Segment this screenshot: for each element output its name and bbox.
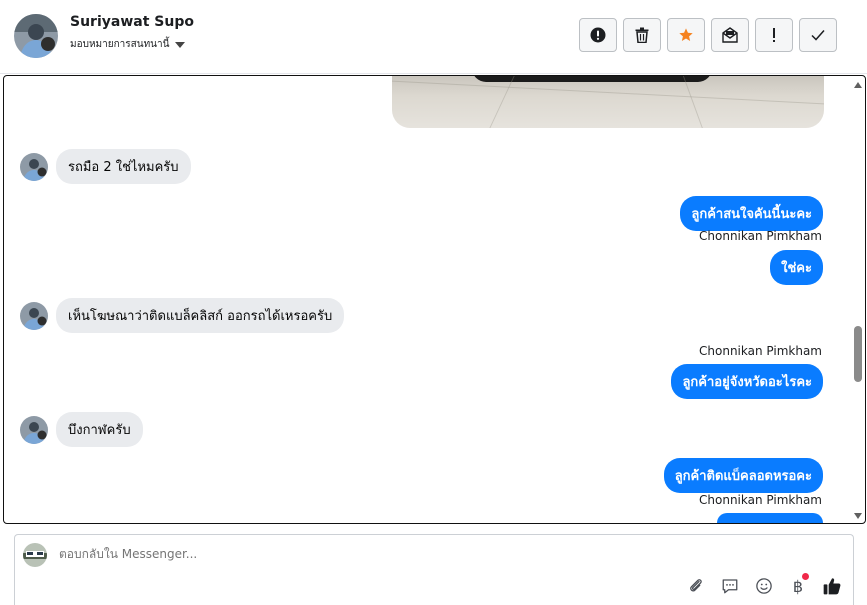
sender-avatar[interactable]	[20, 152, 48, 181]
reply-composer: ฿	[14, 534, 854, 605]
attach-button[interactable]	[685, 575, 707, 597]
message-bubble[interactable]: เห็นโฆษณาว่าติดแบล็คลิสก์ ออกรถได้เหรอคร…	[56, 298, 345, 333]
incoming-message: บึงกาฬครับ	[20, 412, 143, 447]
photo-floor-line	[392, 80, 824, 105]
photo-shadow-region	[472, 76, 712, 82]
photo-floor-line	[682, 76, 703, 128]
outgoing-message-bubble-partial[interactable]	[717, 513, 823, 523]
sender-name: Chonnikan Pimkham	[699, 229, 822, 243]
envelope-icon	[722, 27, 738, 43]
saved-reply-icon	[722, 579, 738, 594]
outgoing-message-bubble[interactable]: ลูกค้าติดแบ็คลอดหรอคะ	[663, 458, 823, 493]
outgoing-message-bubble[interactable]: ลูกค้าอยู่จังหวัดอะไรคะ	[671, 364, 823, 399]
emoji-button[interactable]	[753, 575, 775, 597]
delete-button[interactable]	[623, 18, 661, 52]
reply-input[interactable]	[59, 547, 659, 561]
incoming-message: รถมือ 2 ใช่ไหมครับ	[20, 149, 191, 184]
message-bubble[interactable]: รถมือ 2 ใช่ไหมครับ	[56, 149, 191, 184]
message-thread[interactable]: รถมือ 2 ใช่ไหมครับ ลูกค้าสนใจคันนี้นะคะ …	[3, 75, 866, 524]
composer-tools: ฿	[685, 573, 843, 597]
photo-floor-line	[489, 76, 516, 128]
incoming-message: เห็นโฆษณาว่าติดแบล็คลิสก์ ออกรถได้เหรอคร…	[20, 298, 345, 333]
paperclip-icon	[690, 579, 702, 592]
payment-button[interactable]: ฿	[787, 573, 809, 597]
caret-down-icon	[175, 41, 186, 48]
emoji-icon	[756, 578, 772, 594]
conversation-header: Suriyawat Supo มอบหมายการสนทนานี้	[0, 0, 867, 74]
star-button[interactable]	[667, 18, 705, 52]
message-bubble[interactable]: บึงกาฬครับ	[56, 412, 143, 447]
like-button[interactable]	[821, 575, 843, 597]
page-avatar	[23, 543, 47, 567]
baht-payment-icon: ฿	[792, 576, 804, 596]
assign-conversation-dropdown[interactable]: มอบหมายการสนทนานี้	[70, 37, 186, 52]
sender-avatar[interactable]	[20, 415, 48, 444]
star-icon	[679, 28, 693, 41]
check-icon	[811, 30, 825, 41]
scrollbar-thumb[interactable]	[854, 326, 862, 382]
sender-name: Chonnikan Pimkham	[699, 344, 822, 358]
mark-unread-button[interactable]	[711, 18, 749, 52]
attached-photo[interactable]	[392, 76, 824, 128]
sender-name: Chonnikan Pimkham	[699, 493, 822, 507]
exclamation-icon	[773, 28, 775, 42]
contact-avatar[interactable]	[14, 14, 58, 58]
flag-button[interactable]	[755, 18, 793, 52]
scroll-up-arrow-icon[interactable]	[854, 82, 862, 88]
exclamation-circle-icon	[590, 27, 606, 43]
thread-scrollbar[interactable]	[851, 76, 865, 523]
saved-reply-button[interactable]	[719, 575, 741, 597]
outgoing-message-bubble[interactable]: ใช่คะ	[770, 250, 823, 285]
report-button[interactable]	[579, 18, 617, 52]
trash-icon	[635, 27, 649, 43]
sender-avatar[interactable]	[20, 301, 48, 330]
conversation-actions	[579, 18, 837, 52]
like-icon	[823, 578, 841, 595]
scroll-down-arrow-icon[interactable]	[854, 513, 862, 519]
done-button[interactable]	[799, 18, 837, 52]
contact-name[interactable]: Suriyawat Supo	[70, 14, 194, 30]
assign-label: มอบหมายการสนทนานี้	[70, 39, 170, 50]
outgoing-message-bubble[interactable]: ลูกค้าสนใจคันนี้นะคะ	[680, 196, 823, 231]
notification-dot	[802, 573, 809, 580]
